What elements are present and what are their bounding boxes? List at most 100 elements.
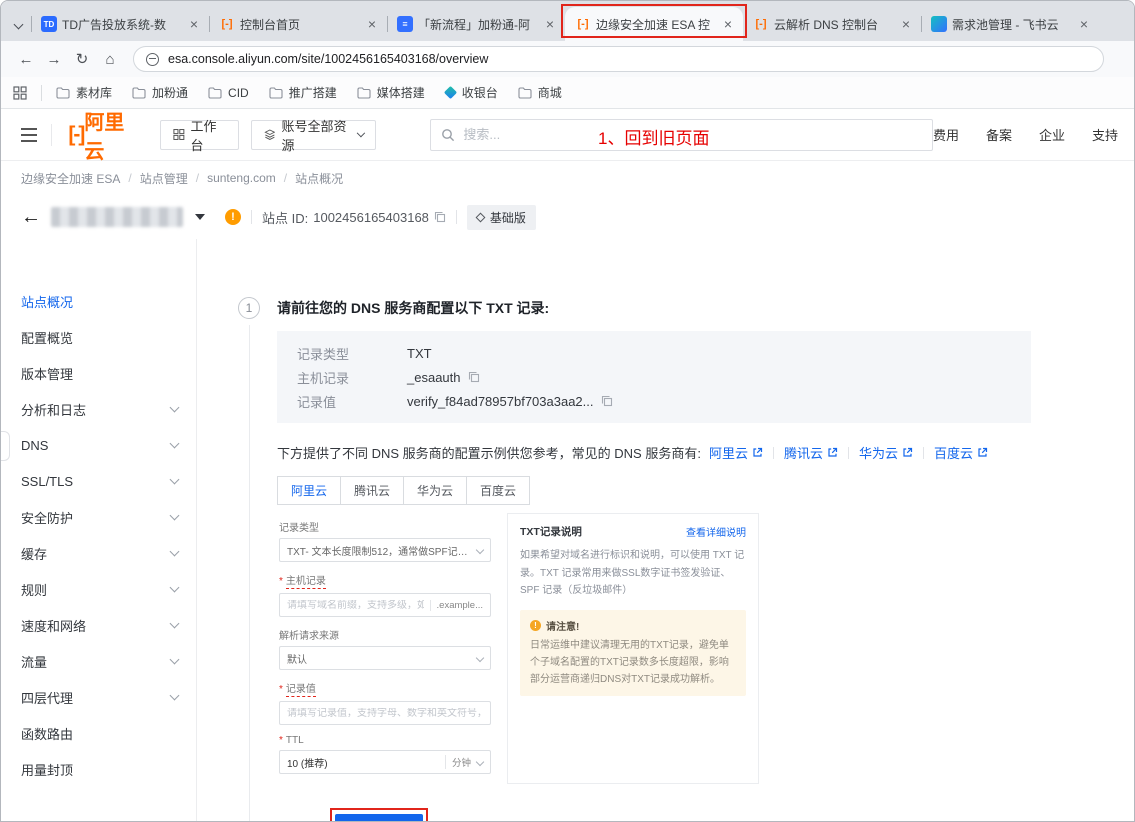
breadcrumb-item[interactable]: 边缘安全加速 ESA [21,170,120,187]
step-number: 2 [238,821,260,822]
sidebar-item-usage-cap[interactable]: 用量封顶 [1,751,196,787]
browser-tab-active[interactable]: [-] 边缘安全加速 ESA 控 × [565,7,743,41]
tab-close-icon[interactable]: × [1075,15,1093,33]
provider-link-huawei[interactable]: 华为云 [859,443,913,462]
tab-label: 边缘安全加速 ESA 控 [596,16,714,33]
record-value-input[interactable] [287,708,483,719]
sidebar-item-label: 四层代理 [21,688,73,707]
bookmark-folder[interactable]: 媒体搭建 [357,84,425,101]
tab-close-icon[interactable]: × [541,15,559,33]
folder-icon [56,87,70,99]
sidebar-item-label: 流量 [21,652,47,671]
host-record-input[interactable] [287,600,424,611]
sidebar-item-l4-proxy[interactable]: 四层代理 [1,679,196,715]
site-permissions-icon[interactable] [146,53,159,66]
divider [848,447,849,459]
sidebar-item-traffic[interactable]: 流量 [1,643,196,679]
help-detail-link[interactable]: 查看详细说明 [686,524,746,539]
tab-search-chevron-icon[interactable] [5,7,31,41]
apps-grid-icon[interactable] [13,86,27,100]
url-text[interactable]: esa.console.aliyun.com/site/100245616540… [168,52,488,66]
browser-tab[interactable]: [-] 云解析 DNS 控制台 × [743,7,921,41]
refresh-icon[interactable]: ↻ [69,46,95,72]
sidebar-item-cache[interactable]: 缓存 [1,535,196,571]
breadcrumb-item-current: 站点概况 [295,170,343,187]
example-tabs: 阿里云 腾讯云 华为云 百度云 [277,476,1134,505]
bookmark-item[interactable]: 收银台 [445,84,498,101]
workbench-button[interactable]: 工作台 [160,120,239,150]
copy-icon[interactable] [434,211,446,223]
account-resources-dropdown[interactable]: 账号全部资源 [251,120,377,150]
aliyun-logo[interactable]: [-] 阿里云 [68,106,137,164]
back-icon[interactable]: ← [13,46,39,72]
nav-item-enterprise[interactable]: 企业 [1039,125,1065,144]
sidebar-item-rules[interactable]: 规则 [1,571,196,607]
tab-label: 云解析 DNS 控制台 [774,16,892,33]
copy-icon[interactable] [601,395,613,407]
browser-tab[interactable]: TD TD广告投放系统-数 × [31,7,209,41]
provider-link-baidu[interactable]: 百度云 [934,443,988,462]
console-header: [-] 阿里云 工作台 账号全部资源 费用 备案 企业 支持 1、回到旧页面 [1,109,1134,161]
back-arrow-icon[interactable]: ← [21,207,41,227]
record-value: _esaauth [407,370,480,385]
sidebar-item-dns[interactable]: DNS [1,427,196,463]
tab-close-icon[interactable]: × [897,15,915,33]
breadcrumb-item[interactable]: 站点管理 [140,170,188,187]
sidebar-item-version-management[interactable]: 版本管理 [1,355,196,391]
breadcrumb-item[interactable]: sunteng.com [207,171,276,185]
nav-item-icp[interactable]: 备案 [986,125,1012,144]
provider-link-label: 华为云 [859,443,898,462]
ttl-input-wrap[interactable]: 10 (推荐) 分钟 [279,750,491,774]
bookmark-folder[interactable]: 推广搭建 [269,84,337,101]
hamburger-menu-icon[interactable] [21,128,37,142]
home-icon[interactable]: ⌂ [97,46,123,72]
bookmark-folder[interactable]: 商城 [518,84,562,101]
example-tab-baidu[interactable]: 百度云 [466,476,530,505]
sidebar-item-security[interactable]: 安全防护 [1,499,196,535]
address-bar[interactable]: esa.console.aliyun.com/site/100245616540… [133,46,1104,72]
site-switcher-caret-icon[interactable] [195,214,205,220]
ttl-unit[interactable]: 分钟 [445,755,471,769]
browser-tab[interactable]: ≡ 「新流程」加粉通-阿 × [387,7,565,41]
browser-tab[interactable]: [-] 控制台首页 × [209,7,387,41]
external-link-icon [977,447,988,458]
help-description: 如果希望对域名进行标识和说明，可以使用 TXT 记录。TXT 记录常用来做SSL… [520,547,746,600]
sidebar-collapse-handle[interactable] [1,431,10,461]
bookmark-folder[interactable]: 素材库 [56,84,112,101]
browser-tab[interactable]: 需求池管理 - 飞书云 × [921,7,1099,41]
record-value: verify_f84ad78957bf703a3aa2... [407,394,613,409]
site-id-value: 1002456165403168 [313,210,429,225]
tab-close-icon[interactable]: × [185,15,203,33]
example-tab-huawei[interactable]: 华为云 [403,476,467,505]
example-tab-tencent[interactable]: 腾讯云 [340,476,404,505]
record-type-select[interactable]: TXT- 文本长度限制512，通常做SPF记录（反垃圾邮件） [279,538,491,562]
sidebar-item-site-overview[interactable]: 站点概况 [1,283,196,319]
forward-icon[interactable]: → [41,46,67,72]
provider-link-aliyun[interactable]: 阿里云 [709,443,763,462]
verify-button[interactable]: 点击验证 [335,814,423,821]
bookmark-folder[interactable]: CID [208,86,249,100]
nav-item-support[interactable]: 支持 [1092,125,1118,144]
provider-link-tencent[interactable]: 腾讯云 [784,443,838,462]
bookmark-folder[interactable]: 加粉通 [132,84,188,101]
sidebar-item-config-overview[interactable]: 配置概览 [1,319,196,355]
tab-close-icon[interactable]: × [719,15,737,33]
copy-icon[interactable] [468,371,480,383]
sidebar-item-label: 速度和网络 [21,616,86,635]
sidebar-item-label: SSL/TLS [21,474,73,489]
sidebar-item-analytics-logs[interactable]: 分析和日志 [1,391,196,427]
example-tab-aliyun[interactable]: 阿里云 [277,476,341,505]
chevron-down-icon [170,439,180,449]
account-resources-label: 账号全部资源 [281,116,351,154]
resolve-source-select[interactable]: 默认 [279,646,491,670]
verify-button-wrap: 点击验证 [330,808,428,821]
tab-close-icon[interactable]: × [363,15,381,33]
sidebar-item-function-routes[interactable]: 函数路由 [1,715,196,751]
sidebar-item-ssl-tls[interactable]: SSL/TLS [1,463,196,499]
plan-badge[interactable]: 基础版 [467,205,536,230]
nav-item-billing[interactable]: 费用 [933,125,959,144]
notice-title: 请注意! [546,618,579,633]
step-2: 2 未配置 点击验证 2、点击验证 [237,808,1134,821]
dns-providers-line: 下方提供了不同 DNS 服务商的配置示例供您参考，常见的 DNS 服务商有: 阿… [277,443,1134,462]
sidebar-item-speed-network[interactable]: 速度和网络 [1,607,196,643]
